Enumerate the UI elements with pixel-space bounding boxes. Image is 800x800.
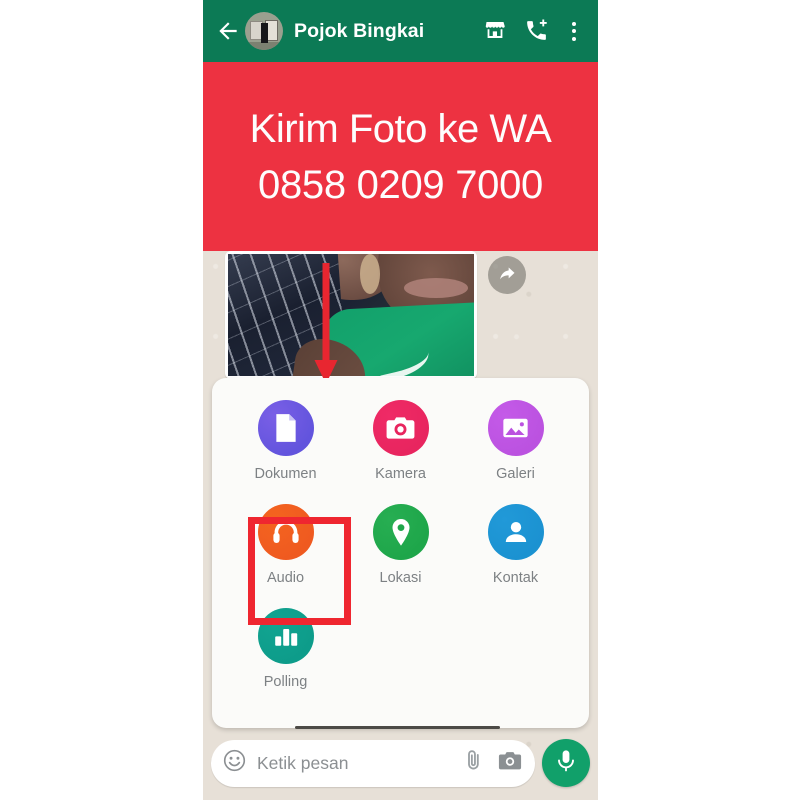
attachment-option-polling[interactable]: Polling: [228, 608, 343, 690]
kebab-menu-icon[interactable]: [564, 18, 584, 44]
promo-banner-line-1: Kirim Foto ke WA: [249, 106, 552, 151]
kebab-dot-3: [572, 36, 576, 41]
phone-add-icon[interactable]: [524, 18, 550, 44]
back-arrow-icon[interactable]: [215, 18, 241, 44]
attachment-option-galeri[interactable]: Galeri: [458, 400, 573, 482]
document-icon[interactable]: [257, 400, 314, 456]
message-input-pill[interactable]: Ketik pesan: [211, 739, 535, 787]
microphone-icon: [555, 749, 577, 778]
phone-screen: Pojok Bingkai Kirim Foto ke WA 0858 0209…: [203, 0, 598, 800]
headphones-icon[interactable]: [257, 504, 314, 560]
chat-title[interactable]: Pojok Bingkai: [294, 20, 468, 43]
attachment-label-galeri: Galeri: [496, 466, 535, 482]
photo-region-lips: [404, 278, 468, 298]
photo-region-ear: [360, 254, 380, 294]
person-icon[interactable]: [487, 504, 544, 560]
app-header-bar: Pojok Bingkai: [203, 0, 598, 62]
camera-icon[interactable]: [498, 750, 522, 777]
attachment-label-kontak: Kontak: [492, 570, 539, 586]
red-down-arrow: [313, 263, 339, 385]
image-icon[interactable]: [487, 400, 544, 456]
location-pin-icon[interactable]: [372, 504, 429, 560]
camera-icon[interactable]: [372, 400, 429, 456]
poll-bars-icon[interactable]: [257, 608, 314, 664]
attachment-label-audio: Audio: [266, 570, 305, 586]
chat-message-area: Dokumen Kamera Galeri Audio Lokasi Konta…: [203, 251, 598, 800]
storefront-icon[interactable]: [483, 18, 509, 44]
message-composer: Ketik pesan: [203, 734, 598, 792]
avatar-detail-base: [245, 42, 283, 50]
system-nav-hint: [295, 726, 500, 729]
promo-banner: Kirim Foto ke WA 0858 0209 7000: [203, 62, 598, 251]
attachment-option-kamera[interactable]: Kamera: [343, 400, 458, 482]
message-photo: [228, 254, 474, 376]
attachment-label-dokumen: Dokumen: [254, 466, 317, 482]
attachment-grid: Dokumen Kamera Galeri Audio Lokasi Konta…: [228, 400, 573, 690]
kebab-dot-1: [572, 21, 576, 26]
forward-arrow-icon[interactable]: [488, 256, 526, 294]
attachment-option-kontak[interactable]: Kontak: [458, 504, 573, 586]
paperclip-icon[interactable]: [462, 749, 485, 777]
avatar[interactable]: [245, 12, 283, 50]
attachment-label-kamera: Kamera: [375, 466, 426, 482]
attachment-option-lokasi[interactable]: Lokasi: [343, 504, 458, 586]
smiley-icon[interactable]: [223, 749, 246, 777]
attachment-option-audio[interactable]: Audio: [228, 504, 343, 586]
attachment-label-lokasi: Lokasi: [379, 570, 422, 586]
voice-record-button[interactable]: [542, 739, 590, 787]
avatar-detail-center: [261, 23, 268, 43]
attachment-option-dokumen[interactable]: Dokumen: [228, 400, 343, 482]
attachment-label-polling: Polling: [263, 674, 308, 690]
kebab-dot-2: [572, 29, 576, 33]
image-message-bubble[interactable]: [225, 251, 477, 379]
promo-banner-line-2: 0858 0209 7000: [258, 162, 543, 207]
attachment-sheet: Dokumen Kamera Galeri Audio Lokasi Konta…: [212, 378, 589, 728]
message-input-placeholder[interactable]: Ketik pesan: [257, 753, 449, 774]
screenshot-canvas: Pojok Bingkai Kirim Foto ke WA 0858 0209…: [0, 0, 800, 800]
